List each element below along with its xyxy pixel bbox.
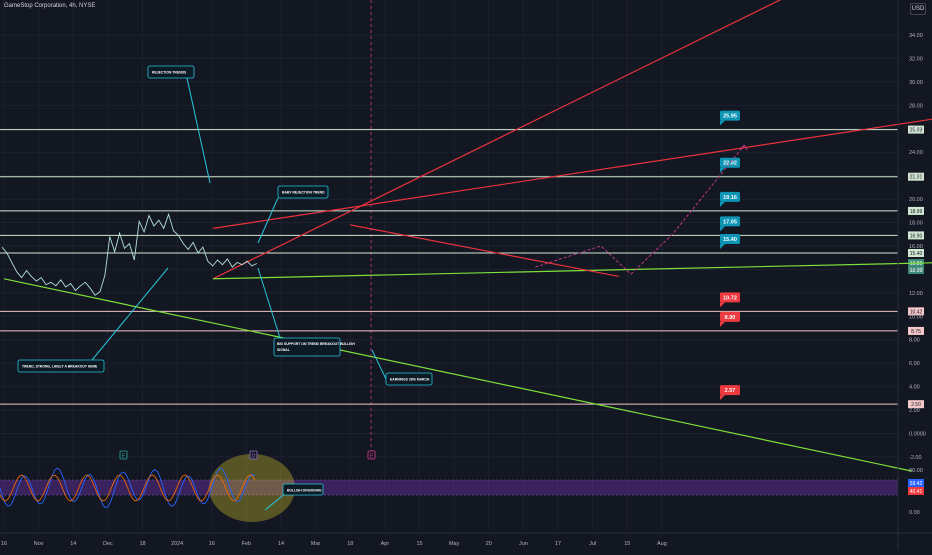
level-axis-label: 8.75 — [908, 326, 924, 335]
y-tick-label: 10.00 — [909, 314, 923, 320]
event-marker-letter: E — [370, 454, 374, 460]
level-label-text: 25.95 — [723, 114, 737, 120]
x-tick-label: 16 — [209, 541, 215, 547]
y-tick-label: 20.00 — [909, 197, 923, 203]
x-tick-label: 14 — [70, 541, 76, 547]
oscillator-band — [0, 480, 898, 495]
annotation-text-line: BIG SUPPORT ON TREND BREAKOUT BULLISH — [277, 342, 355, 346]
y-tick-label: 28.00 — [909, 103, 923, 109]
oscillator-value-label: 59.42 — [908, 479, 924, 487]
oscillator-value-text: 40.41 — [910, 489, 923, 495]
x-tick-label: 18 — [139, 541, 145, 547]
x-tick-label: Jul — [589, 541, 596, 547]
x-tick-label: 14 — [278, 541, 284, 547]
y-tick-label: 34.00 — [909, 33, 923, 39]
y-tick-label: 32.00 — [909, 56, 923, 62]
oscillator-value-text: 59.42 — [910, 481, 923, 487]
y-tick-label: 12.00 — [909, 291, 923, 297]
y-tick-label: 22.00 — [909, 174, 923, 180]
y-tick-label: 0.0000 — [909, 431, 926, 437]
oscillator-tick-label: 80.00 — [909, 468, 923, 474]
y-tick-label: 14.00 — [909, 267, 923, 273]
event-marker: E — [367, 450, 376, 460]
oscillator-tick-label: 0.00 — [909, 510, 920, 516]
y-tick-label: 8.00 — [909, 338, 920, 344]
annotation-text: BABY REJECTION TREND — [282, 191, 325, 195]
event-marker-letter: D — [252, 454, 256, 460]
level-axis-text: 16.90 — [910, 233, 923, 239]
level-axis-label: 18.99 — [908, 206, 924, 215]
chart-background — [0, 0, 932, 550]
y-tick-label: 18.00 — [909, 221, 923, 227]
level-axis-text: 18.99 — [910, 209, 923, 215]
y-tick-label: 16.00 — [909, 244, 923, 250]
y-tick-label: 4.00 — [909, 385, 920, 391]
x-tick-label: Jun — [519, 541, 528, 547]
annotation-text: BULLISH DIVERGING — [287, 489, 322, 493]
annotation-text-line: SIGNAL — [277, 348, 290, 352]
level-axis-text: 8.75 — [911, 329, 921, 335]
x-tick-label: 2024 — [171, 541, 183, 547]
x-tick-label: Apr — [381, 541, 390, 547]
y-tick-label: 2.00 — [909, 408, 920, 414]
level-label-text: 22.02 — [723, 161, 737, 167]
y-tick-label: 26.00 — [909, 127, 923, 133]
level-axis-label: 2.50 — [908, 400, 924, 409]
level-axis-label: 15.40 — [908, 248, 924, 257]
chart-canvas[interactable]: 25.9525.9322.0221.9119.1618.9917.0516.90… — [0, 0, 932, 550]
y-tick-label: 30.00 — [909, 80, 923, 86]
chart-area[interactable]: 25.95 25.93 22.02 21.91 19.16 18.99 17.05 16.90… — [0, 0, 932, 550]
x-tick-label: 20 — [486, 541, 492, 547]
x-tick-label: 17 — [555, 541, 561, 547]
level-label-text: 19.16 — [723, 195, 737, 201]
x-tick-label: Feb — [242, 541, 251, 547]
level-label-text: 17.05 — [723, 219, 737, 225]
symbol-title: GameStop Corporation, 4h, NYSE — [4, 3, 96, 9]
event-marker: E — [119, 450, 128, 460]
level-label-text: 15.40 — [723, 237, 737, 243]
annotation-text: EARNINGS 28th MARCH — [390, 378, 430, 382]
event-marker-letter: E — [122, 454, 126, 460]
level-axis-text: 15.40 — [910, 251, 923, 257]
annotation-box — [273, 337, 341, 357]
oscillator-value-label: 40.41 — [908, 487, 924, 495]
x-tick-label: 15 — [416, 541, 422, 547]
x-tick-label: 18 — [347, 541, 353, 547]
x-tick-label: Mar — [311, 541, 321, 547]
x-tick-label: Aug — [657, 541, 667, 547]
level-axis-label: 16.90 — [908, 231, 924, 240]
level-label-text: 2.57 — [725, 388, 736, 394]
x-tick-label: May — [449, 541, 460, 547]
y-tick-label: 24.00 — [909, 150, 923, 156]
x-tick-label: Dec — [103, 541, 113, 547]
x-tick-label: Nov — [34, 541, 44, 547]
currency-button[interactable]: USD — [910, 3, 926, 15]
annotation-text: REJECTION TRENDS — [152, 71, 187, 75]
event-marker: D — [249, 450, 258, 460]
x-tick-label: 15 — [624, 541, 630, 547]
x-tick-label: 16 — [1, 541, 7, 547]
level-label-text: 10.72 — [723, 295, 737, 301]
annotation-text: TREND, STRONG, LIKELY A BREAKOUT HERE — [22, 365, 98, 369]
divergence-highlight — [209, 454, 295, 522]
level-label-text: 8.90 — [725, 315, 736, 321]
y-tick-label: 6.00 — [909, 361, 920, 367]
y-tick-label: -2.00 — [909, 455, 922, 461]
